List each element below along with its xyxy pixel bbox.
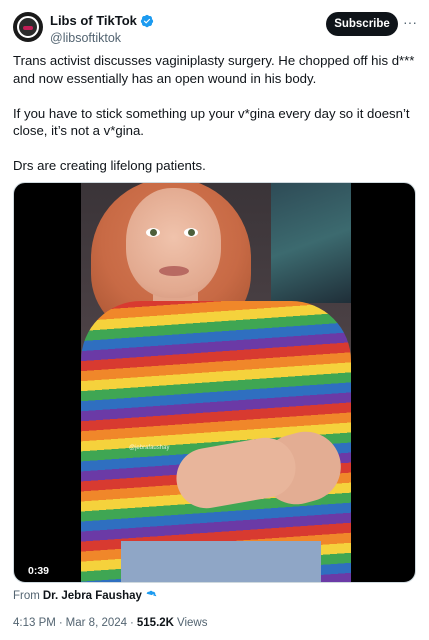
tweet-paragraph: Trans activist discusses vaginiplasty su…: [13, 53, 415, 86]
subscribe-button[interactable]: Subscribe: [326, 12, 398, 36]
background-poster: [271, 183, 351, 303]
avatar[interactable]: [13, 12, 43, 42]
person-face: [126, 188, 221, 298]
display-name-row: Libs of TikTok: [50, 13, 154, 29]
eye-left: [146, 228, 160, 237]
eye-right: [184, 228, 198, 237]
video-player[interactable]: @jebrafaushay 0:39: [13, 182, 416, 583]
mouth: [159, 266, 189, 276]
verified-badge-icon: [140, 14, 154, 28]
more-options-icon[interactable]: ···: [403, 15, 417, 29]
tweet-paragraph: Drs are creating lifelong patients.: [13, 158, 206, 173]
author-handle[interactable]: @libsoftiktok: [50, 30, 154, 46]
meta-separator: ·: [58, 617, 63, 629]
tweet-meta: 4:13 PM · Mar 8, 2024 · 515.2K Views: [13, 616, 207, 630]
video-source: From Dr. Jebra Faushay: [13, 589, 157, 603]
tweet-date[interactable]: Mar 8, 2024: [66, 616, 127, 630]
source-name-link[interactable]: Dr. Jebra Faushay: [43, 589, 142, 603]
meta-separator: ·: [130, 617, 134, 629]
tweet-time[interactable]: 4:13 PM: [13, 616, 56, 630]
verified-badge-icon: [146, 590, 157, 599]
author-names: Libs of TikTok @libsoftiktok: [50, 13, 154, 46]
tweet-header: Libs of TikTok @libsoftiktok Subscribe ·…: [13, 10, 417, 46]
video-frame[interactable]: @jebrafaushay: [81, 183, 351, 582]
display-name[interactable]: Libs of TikTok: [50, 13, 137, 29]
source-prefix: From: [13, 590, 40, 602]
video-duration: 0:39: [24, 563, 54, 579]
jeans: [121, 541, 321, 582]
video-watermark: @jebrafaushay: [129, 445, 170, 451]
views-count: 515.2K: [136, 617, 174, 629]
tweet-paragraph: If you have to stick something up your v…: [13, 105, 410, 139]
tweet-text: Trans activist discusses vaginiplasty su…: [13, 52, 418, 175]
avatar-logo: [17, 16, 39, 38]
views-label: Views: [176, 617, 208, 629]
